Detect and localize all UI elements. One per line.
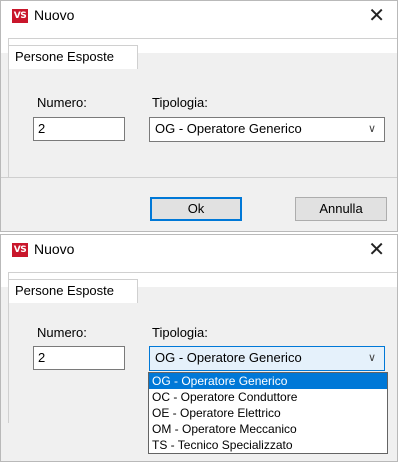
- app-logo-icon: VS: [12, 9, 28, 23]
- option-oe[interactable]: OE - Operatore Elettrico: [149, 405, 387, 421]
- separator: [1, 177, 397, 178]
- numero-label: Numero:: [37, 95, 87, 110]
- option-om[interactable]: OM - Operatore Meccanico: [149, 421, 387, 437]
- tipologia-label: Tipologia:: [152, 95, 208, 110]
- chevron-down-icon[interactable]: ∨: [368, 118, 376, 140]
- numero-label: Numero:: [37, 325, 87, 340]
- title-bar: VS Nuovo ✕: [1, 1, 397, 31]
- ok-button[interactable]: Ok: [150, 197, 242, 221]
- window-title: Nuovo: [34, 241, 75, 257]
- tipologia-value: OG - Operatore Generico: [155, 121, 302, 136]
- close-icon[interactable]: ✕: [368, 237, 385, 261]
- tipologia-dropdown-list[interactable]: OG - Operatore Generico OC - Operatore C…: [148, 372, 388, 454]
- numero-field[interactable]: 2: [33, 117, 125, 141]
- close-icon[interactable]: ✕: [368, 3, 385, 27]
- dialog-nuovo: VS Nuovo ✕ Persone Esposte Numero: 2 Tip…: [0, 0, 398, 232]
- tipologia-combo[interactable]: OG - Operatore Generico ∨: [149, 346, 385, 371]
- option-og[interactable]: OG - Operatore Generico: [149, 373, 387, 389]
- numero-field[interactable]: 2: [33, 346, 125, 370]
- tipologia-combo[interactable]: OG - Operatore Generico ∨: [149, 117, 385, 142]
- option-ts[interactable]: TS - Tecnico Specializzato: [149, 437, 387, 453]
- title-bar: VS Nuovo ✕: [1, 235, 397, 265]
- tipologia-label: Tipologia:: [152, 325, 208, 340]
- annulla-button[interactable]: Annulla: [295, 197, 387, 221]
- app-logo-icon: VS: [12, 243, 28, 257]
- window-title: Nuovo: [34, 7, 75, 23]
- tipologia-value: OG - Operatore Generico: [155, 350, 302, 365]
- chevron-down-icon[interactable]: ∨: [368, 347, 376, 369]
- option-oc[interactable]: OC - Operatore Conduttore: [149, 389, 387, 405]
